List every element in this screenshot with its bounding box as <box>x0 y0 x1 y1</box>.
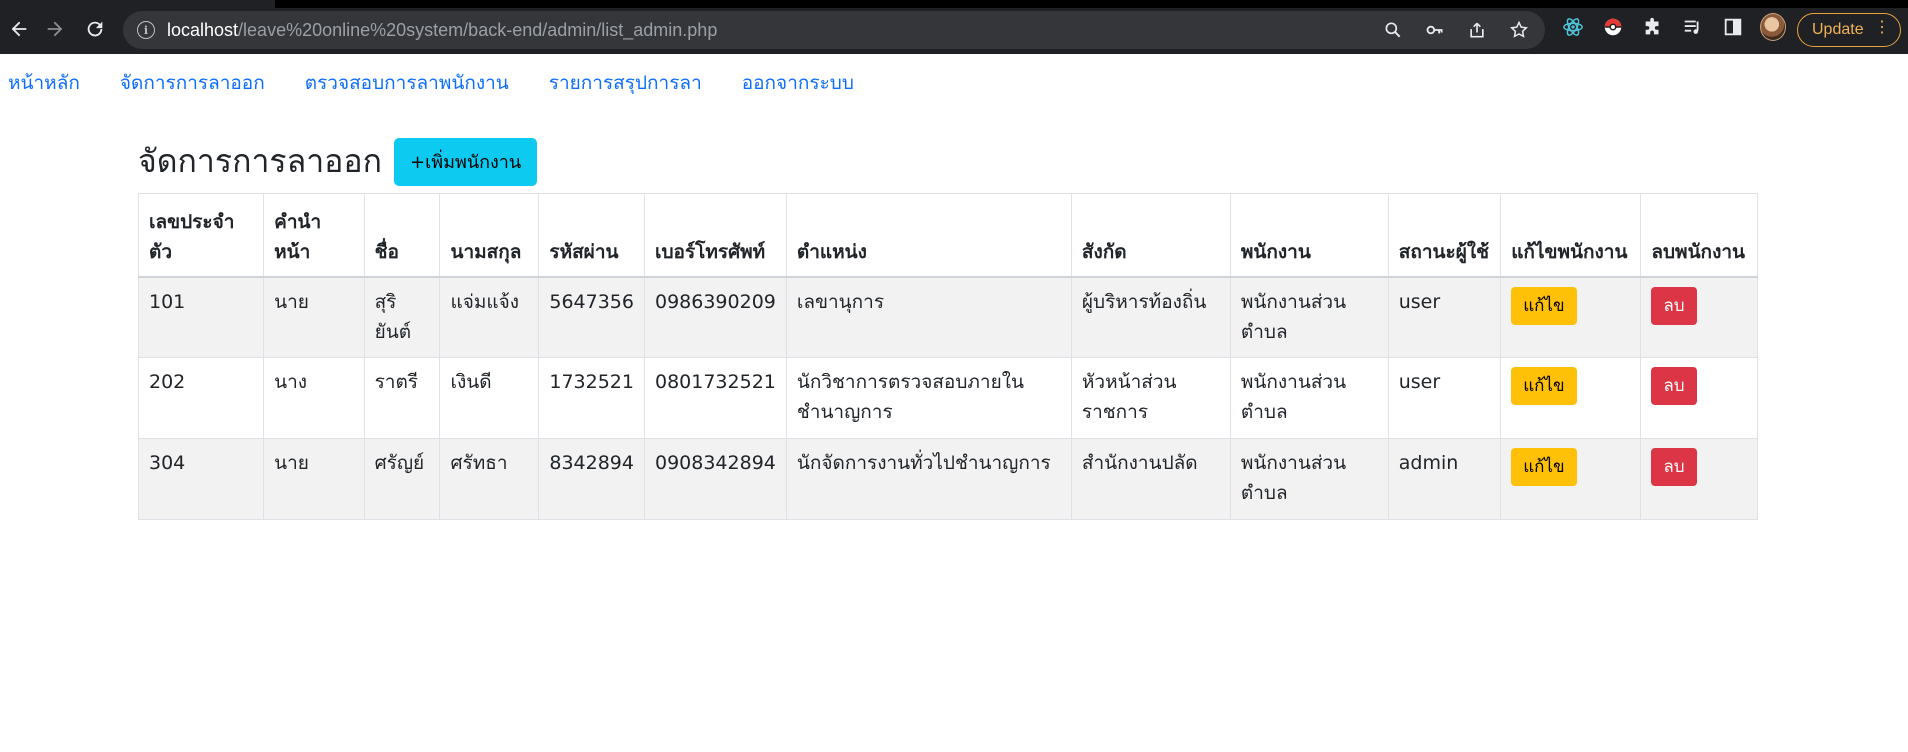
edit-button[interactable]: แก้ไข <box>1511 286 1577 325</box>
column-header-edit: แก้ไขพนักงาน <box>1500 193 1642 278</box>
cell-position: นักวิชาการตรวจสอบภายในชำนาญการ <box>785 357 1072 439</box>
column-header-delete: ลบพนักงาน <box>1640 193 1758 278</box>
column-header-employee: พนักงาน <box>1229 193 1389 278</box>
cell-status: admin <box>1387 438 1502 520</box>
column-header-position: ตำแหน่ง <box>785 193 1072 278</box>
media-playlist-icon[interactable] <box>1680 14 1706 40</box>
cell-phone: 0801732521 <box>643 357 787 439</box>
cell-department: สำนักงานปลัด <box>1070 438 1231 520</box>
cell-department: ผู้บริหารท้องถิ่น <box>1070 276 1231 358</box>
add-employee-button[interactable]: +เพิ่มพนักงาน <box>393 137 538 186</box>
kebab-menu-icon[interactable]: ⋮ <box>1874 20 1890 36</box>
column-header-phone: เบอร์โทรศัพท์ <box>643 193 787 278</box>
cell-position: เลขานุการ <box>785 276 1072 358</box>
edit-button[interactable]: แก้ไข <box>1511 448 1577 486</box>
cell-edit: แก้ไข <box>1500 276 1642 358</box>
update-button-label: Update <box>1812 21 1864 38</box>
cell-status: user <box>1387 357 1502 439</box>
cell-phone: 0908342894 <box>643 438 787 520</box>
edit-button[interactable]: แก้ไข <box>1511 367 1577 405</box>
column-header-name: ชื่อ <box>363 193 441 278</box>
cell-edit: แก้ไข <box>1500 438 1642 520</box>
cell-surname: แจ่มแจ้ง <box>439 276 540 358</box>
delete-button[interactable]: ลบ <box>1651 448 1697 486</box>
delete-button[interactable]: ลบ <box>1651 367 1697 405</box>
pokeball-extension-icon[interactable] <box>1600 14 1626 40</box>
top-nav: หน้าหลัก จัดการการลาออก ตรวจสอบการลาพนัก… <box>8 68 894 98</box>
cell-surname: เงินดี <box>439 357 540 439</box>
cell-prefix: นาง <box>263 357 365 439</box>
cell-delete: ลบ <box>1640 276 1758 358</box>
page-title: จัดการการลาออก <box>138 142 382 180</box>
cell-prefix: นาย <box>263 438 365 520</box>
cell-password: 5647356 <box>538 276 645 358</box>
browser-toolbar: i localhost/leave%20online%20system/back… <box>0 0 1908 54</box>
table-row: 202 นาง ราตรี เงินดี 1732521 0801732521 … <box>137 357 1758 439</box>
avatar <box>1760 13 1786 41</box>
share-icon[interactable] <box>1467 20 1487 40</box>
table-header-row: เลขประจำตัว คำนำหน้า ชื่อ นามสกุล รหัสผ่… <box>137 193 1758 278</box>
url-host: localhost <box>167 19 239 40</box>
reload-icon[interactable] <box>76 10 114 48</box>
nav-link-manage-resignation[interactable]: จัดการการลาออก <box>120 68 265 98</box>
profile-avatar[interactable] <box>1760 13 1786 41</box>
bookmark-star-icon[interactable] <box>1509 20 1529 40</box>
extensions-puzzle-icon[interactable] <box>1640 14 1666 40</box>
site-info-icon[interactable]: i <box>137 21 155 39</box>
side-panel-icon[interactable] <box>1720 14 1746 40</box>
address-bar[interactable]: i localhost/leave%20online%20system/back… <box>123 11 1545 49</box>
cell-department: หัวหน้าส่วนราชการ <box>1070 357 1231 439</box>
cell-prefix: นาย <box>263 276 365 358</box>
url-text[interactable]: localhost/leave%20online%20system/back-e… <box>167 20 717 41</box>
employee-table: เลขประจำตัว คำนำหน้า ชื่อ นามสกุล รหัสผ่… <box>137 193 1758 520</box>
column-header-id: เลขประจำตัว <box>137 193 265 278</box>
react-devtools-icon[interactable] <box>1560 14 1586 40</box>
column-header-prefix: คำนำหน้า <box>263 193 365 278</box>
cell-delete: ลบ <box>1640 357 1758 439</box>
forward-arrow-icon[interactable] <box>36 10 74 48</box>
nav-link-logout[interactable]: ออกจากระบบ <box>742 68 854 98</box>
password-key-icon[interactable] <box>1425 20 1445 40</box>
cell-name: ศรัญย์ <box>363 438 441 520</box>
delete-button[interactable]: ลบ <box>1651 286 1697 325</box>
column-header-password: รหัสผ่าน <box>538 193 645 278</box>
cell-delete: ลบ <box>1640 438 1758 520</box>
column-header-status: สถานะผู้ใช้ <box>1387 193 1502 278</box>
cell-employee: พนักงานส่วนตำบล <box>1229 438 1389 520</box>
cell-name: ราตรี <box>363 357 441 439</box>
column-header-department: สังกัด <box>1070 193 1231 278</box>
cell-employee: พนักงานส่วนตำบล <box>1229 357 1389 439</box>
nav-link-leave-summary[interactable]: รายการสรุปการลา <box>549 68 702 98</box>
cell-password: 1732521 <box>538 357 645 439</box>
url-path: /leave%20online%20system/back-end/admin/… <box>238 19 718 40</box>
column-header-surname: นามสกุล <box>439 193 540 278</box>
zoom-search-icon[interactable] <box>1383 20 1403 40</box>
cell-name: สุริยันต์ <box>363 276 441 358</box>
cell-id: 202 <box>137 357 265 439</box>
heading-row: จัดการการลาออก +เพิ่มพนักงาน <box>138 136 538 187</box>
cell-id: 304 <box>137 438 265 520</box>
cell-position: นักจัดการงานทั่วไปชำนาญการ <box>785 438 1072 520</box>
cell-password: 8342894 <box>538 438 645 520</box>
cell-surname: ศรัทธา <box>439 438 540 520</box>
cell-id: 101 <box>137 276 265 358</box>
cell-edit: แก้ไข <box>1500 357 1642 439</box>
cell-status: user <box>1387 276 1502 358</box>
update-button[interactable]: Update ⋮ <box>1797 13 1901 47</box>
back-arrow-icon[interactable] <box>0 10 38 48</box>
cell-employee: พนักงานส่วนตำบล <box>1229 276 1389 358</box>
tab-strip-edge <box>275 0 1908 8</box>
cell-phone: 0986390209 <box>643 276 787 358</box>
nav-link-check-leave[interactable]: ตรวจสอบการลาพนักงาน <box>305 68 509 98</box>
table-row: 304 นาย ศรัญย์ ศรัทธา 8342894 0908342894… <box>137 438 1758 520</box>
table-row: 101 นาย สุริยันต์ แจ่มแจ้ง 5647356 09863… <box>137 276 1758 358</box>
nav-link-home[interactable]: หน้าหลัก <box>8 68 80 98</box>
